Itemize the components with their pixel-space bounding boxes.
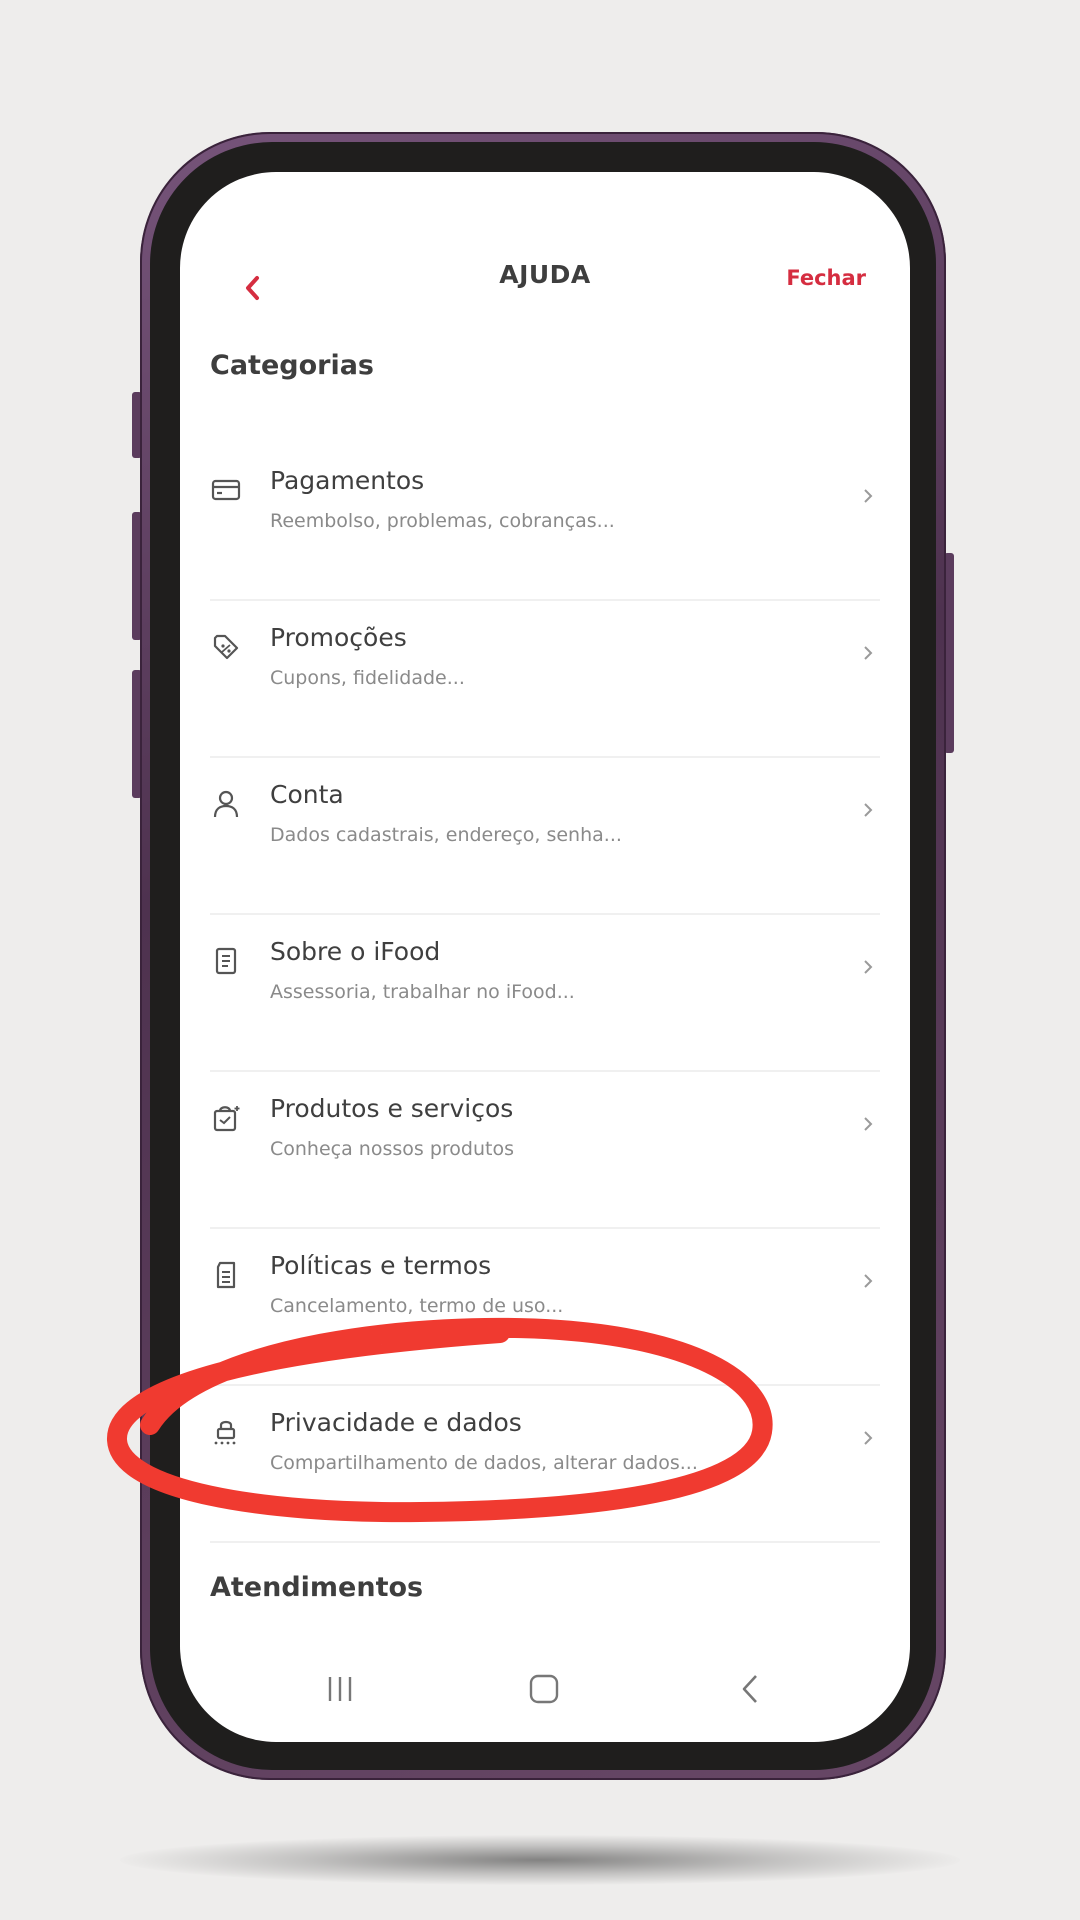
services-heading: Atendimentos [210, 1572, 424, 1603]
category-title: Privacidade e dados [270, 1408, 522, 1437]
category-title: Conta [270, 780, 344, 809]
recent-apps-icon [328, 1677, 352, 1701]
chevron-right-icon [862, 800, 874, 820]
category-title: Políticas e termos [270, 1251, 492, 1280]
category-subtitle: Dados cadastrais, endereço, senha... [270, 824, 622, 846]
system-navigation-bar [180, 1642, 910, 1732]
close-button[interactable]: Fechar [786, 266, 866, 290]
category-subtitle: Reembolso, problemas, cobranças... [270, 510, 615, 532]
chevron-right-icon [862, 486, 874, 506]
category-item-privacidade-dados[interactable]: Privacidade e dados Compartilhamento de … [210, 1386, 880, 1543]
chevron-right-icon [862, 1428, 874, 1448]
category-subtitle: Cupons, fidelidade... [270, 667, 465, 689]
chevron-right-icon [862, 1271, 874, 1291]
app-header: AJUDA Fechar [180, 172, 910, 322]
category-item-sobre-ifood[interactable]: Sobre o iFood Assessoria, trabalhar no i… [210, 915, 880, 1072]
user-icon [210, 788, 242, 820]
document-icon [210, 945, 242, 977]
mockup-stage: AJUDA Fechar Categorias Pagamentos Reemb… [0, 0, 1080, 1920]
phone-shadow [120, 1835, 960, 1885]
credit-card-icon [210, 474, 242, 506]
home-icon [529, 1674, 559, 1704]
phone-screen: AJUDA Fechar Categorias Pagamentos Reemb… [180, 172, 910, 1742]
category-title: Sobre o iFood [270, 937, 441, 966]
category-item-produtos-servicos[interactable]: Produtos e serviços Conheça nossos produ… [210, 1072, 880, 1229]
category-subtitle: Cancelamento, termo de uso... [270, 1295, 564, 1317]
category-subtitle: Compartilhamento de dados, alterar dados… [270, 1452, 698, 1474]
category-title: Pagamentos [270, 466, 425, 495]
category-item-politicas-termos[interactable]: Políticas e termos Cancelamento, termo d… [210, 1229, 880, 1386]
category-title: Produtos e serviços [270, 1094, 514, 1123]
home-button[interactable] [514, 1664, 574, 1714]
categories-heading: Categorias [210, 350, 374, 381]
policy-document-icon [210, 1259, 242, 1291]
category-item-promocoes[interactable]: Promoções Cupons, fidelidade... [210, 601, 880, 758]
shopping-bag-icon [210, 1102, 242, 1134]
category-item-pagamentos[interactable]: Pagamentos Reembolso, problemas, cobranç… [210, 444, 880, 601]
category-subtitle: Conheça nossos produtos [270, 1138, 514, 1160]
discount-tag-icon [210, 631, 242, 663]
category-title: Promoções [270, 623, 407, 652]
system-back-button[interactable] [720, 1664, 780, 1714]
recent-apps-button[interactable] [310, 1664, 370, 1714]
category-item-conta[interactable]: Conta Dados cadastrais, endereço, senha.… [210, 758, 880, 915]
chevron-right-icon [862, 643, 874, 663]
chevron-right-icon [862, 957, 874, 977]
lock-icon [210, 1416, 242, 1448]
chevron-left-icon [742, 1675, 757, 1703]
chevron-right-icon [862, 1114, 874, 1134]
categories-list: Pagamentos Reembolso, problemas, cobranç… [210, 444, 880, 1543]
category-subtitle: Assessoria, trabalhar no iFood... [270, 981, 575, 1003]
